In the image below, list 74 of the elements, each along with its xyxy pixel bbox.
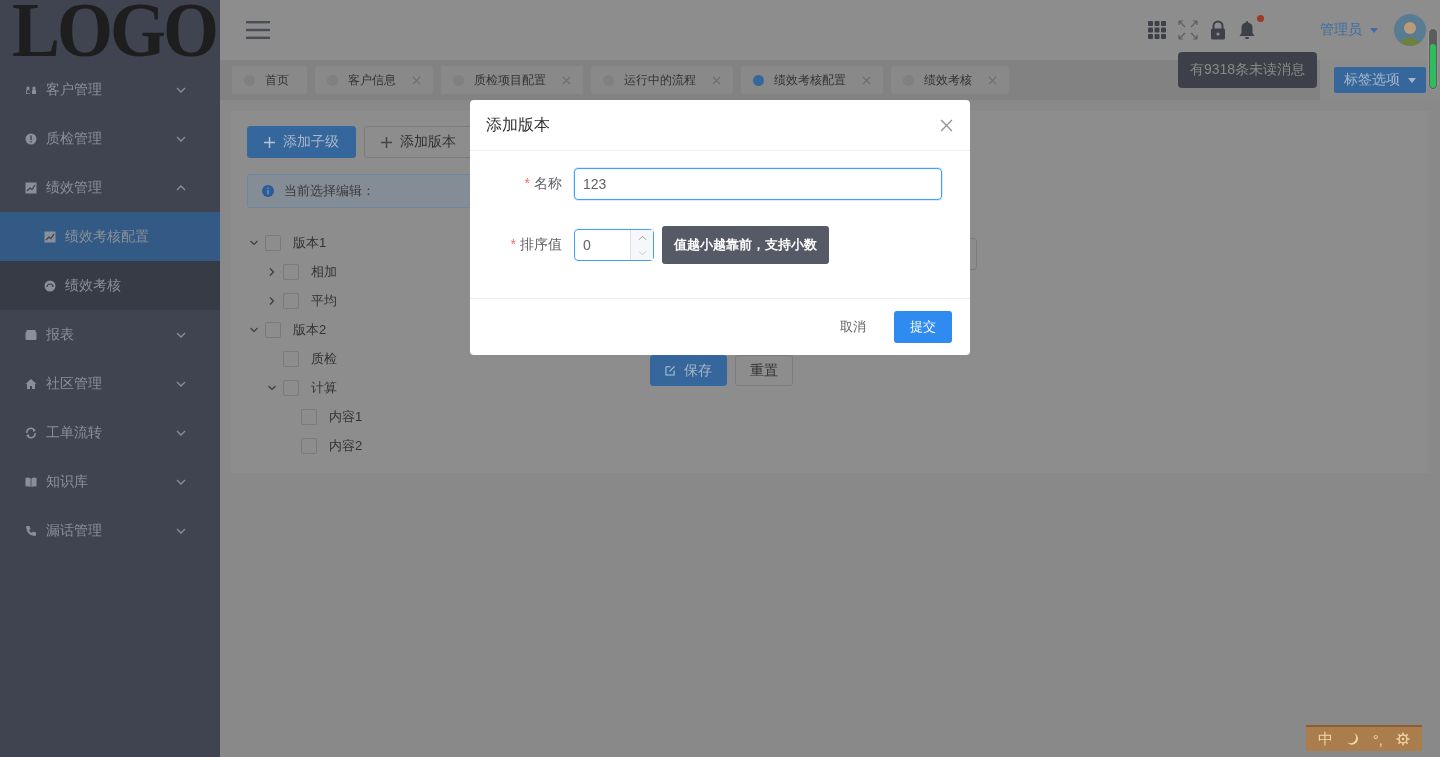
required-marker: * [510,236,516,252]
box-icon [25,328,37,341]
input-mode-toggle[interactable]: 中 [1318,729,1334,749]
stepper[interactable] [630,230,653,260]
gauge-icon [44,279,56,292]
close-icon[interactable] [712,75,721,85]
lock-icon[interactable] [1210,20,1226,40]
grid-icon[interactable] [1148,21,1166,39]
tree-node-label[interactable]: 相加 [311,262,337,281]
tree-node-label[interactable]: 质检 [311,349,337,368]
edit-icon [665,365,676,376]
tab-options-button[interactable]: 标签选项 [1334,67,1426,93]
caret-icon [1370,27,1378,33]
bell-icon[interactable] [1238,20,1256,40]
tree-node-label[interactable]: 版本2 [293,320,327,339]
sidebar-item[interactable]: 报表 [0,310,220,359]
cycle-icon [25,426,37,439]
plus-icon [264,136,275,148]
dialog-title: 添加版本 [486,114,550,135]
chart-icon [44,230,56,243]
tree-node-label[interactable]: 内容1 [329,407,363,426]
book-icon [25,475,37,488]
exclamation-icon [25,132,37,145]
phone-icon [25,524,37,537]
sidebar-item[interactable]: 工单流转 [0,408,220,457]
sidebar-subitem[interactable]: 绩效考核 [0,261,220,310]
add-button[interactable]: 添加版本 [364,126,473,158]
fullscreen-icon[interactable] [1178,20,1198,40]
submit-button[interactable]: 提交 [894,311,952,343]
punctuation-toggle[interactable]: °, [1372,730,1383,748]
chevron-right-icon[interactable] [267,295,277,306]
caret-icon [1408,77,1416,83]
reset-button[interactable]: 重置 [735,355,793,386]
tab[interactable]: 绩效考核 [891,66,1009,94]
tree-node-label[interactable]: 平均 [311,291,337,310]
tree-node-label[interactable]: 内容2 [329,436,363,455]
house-icon [25,377,37,390]
sidebar-subitem[interactable]: 绩效考核配置 [0,212,220,261]
moon-icon[interactable] [1346,732,1361,746]
tab[interactable]: 客户信息 [315,66,433,94]
hint-tooltip: 值越小越靠前，支持小数 [662,226,829,264]
tab[interactable]: 运行中的流程 [591,66,733,94]
gear-icon[interactable] [1395,732,1410,746]
tab[interactable]: 质检项目配置 [441,66,583,94]
field-label: 排序值 [520,236,562,252]
field-label: 名称 [534,175,562,191]
sidebar-item[interactable]: 知识库 [0,457,220,506]
add-button[interactable]: 添加子级 [247,126,356,158]
name-field[interactable]: 123 [574,168,942,200]
save-button[interactable]: 保存 [650,355,727,386]
sidebar-item[interactable]: 社区管理 [0,359,220,408]
close-icon[interactable] [862,75,871,85]
sidebar-item[interactable]: 漏话管理 [0,506,220,555]
chart-icon [25,181,37,194]
tab[interactable]: 首页 [232,66,307,94]
avatar-icon[interactable] [1394,14,1426,46]
scroll-indicator [1428,28,1438,90]
tab[interactable]: 绩效考核配置 [741,66,883,94]
sidebar-item[interactable]: 质检管理 [0,114,220,163]
close-icon[interactable] [988,75,997,85]
close-icon[interactable] [940,118,953,132]
plus-icon [381,136,392,148]
chevron-right-icon[interactable] [267,266,277,277]
alert-text: 当前选择编辑： [284,182,375,200]
tree-node-label[interactable]: 版本1 [293,233,327,252]
required-marker: * [524,175,530,191]
sidebar-item[interactable]: 绩效管理 [0,163,220,212]
tree-node-label[interactable]: 计算 [311,378,337,397]
close-icon[interactable] [562,75,571,85]
sidebar-item[interactable]: 客户管理 [0,65,220,114]
menu-icon[interactable] [246,21,270,39]
notification-tooltip: 有9318条未读消息 [1178,52,1318,88]
close-icon[interactable] [412,75,421,85]
info-icon [262,185,274,197]
